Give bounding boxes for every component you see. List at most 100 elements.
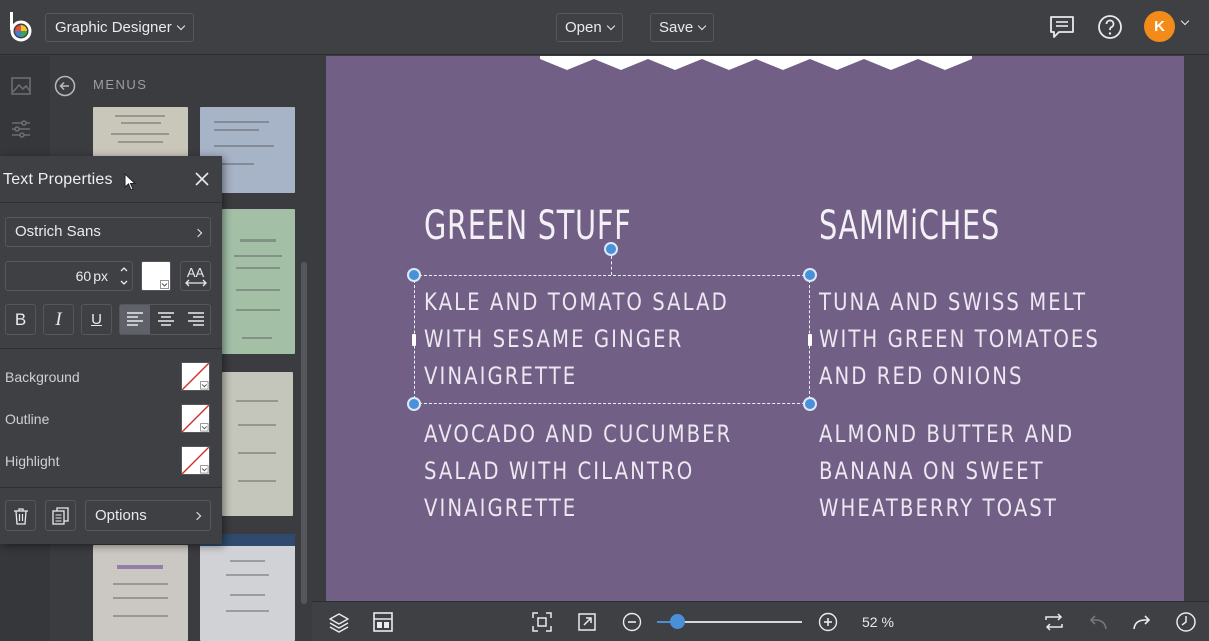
chevron-down-icon bbox=[697, 21, 707, 30]
undo-icon[interactable] bbox=[1087, 611, 1109, 633]
col1-heading[interactable]: GREEN STUFF bbox=[424, 203, 631, 249]
align-left-icon[interactable] bbox=[120, 305, 150, 334]
background-color-swatch[interactable] bbox=[181, 362, 210, 391]
template-thumbnail[interactable] bbox=[200, 534, 295, 641]
top-bar: Graphic Designer Open Save K bbox=[0, 0, 1209, 55]
panel-divider bbox=[0, 487, 222, 488]
col1-item-text[interactable]: AVOCADO AND CUCUMBER SALAD WITH CILANTRO… bbox=[424, 416, 732, 527]
options-button[interactable]: Options bbox=[85, 500, 211, 531]
redo-icon[interactable] bbox=[1131, 611, 1153, 633]
text-color-swatch[interactable] bbox=[141, 261, 171, 291]
chevron-right-icon bbox=[192, 511, 202, 521]
back-arrow-icon[interactable] bbox=[54, 75, 76, 97]
mode-dropdown[interactable]: Graphic Designer bbox=[45, 13, 194, 42]
horizontal-arrows-icon bbox=[185, 279, 207, 287]
image-icon[interactable] bbox=[10, 75, 32, 97]
highlight-label: Highlight bbox=[5, 453, 60, 469]
panel-divider bbox=[0, 348, 222, 349]
dropdown-corner-icon bbox=[160, 280, 169, 289]
mouse-cursor-icon bbox=[124, 173, 136, 191]
template-thumbnail[interactable] bbox=[222, 209, 295, 354]
selection-box[interactable] bbox=[414, 275, 810, 404]
menu-line: SALAD WITH CILANTRO bbox=[424, 457, 695, 485]
align-right-icon[interactable] bbox=[181, 305, 211, 334]
panel-title: Text Properties bbox=[3, 171, 113, 188]
alignment-group bbox=[119, 304, 211, 335]
col2-item-text[interactable]: TUNA AND SWISS MELT WITH GREEN TOMATOES … bbox=[819, 284, 1100, 395]
mode-label: Graphic Designer bbox=[55, 19, 172, 36]
help-icon[interactable] bbox=[1096, 13, 1124, 41]
menu-line: VINAIGRETTE bbox=[424, 494, 578, 522]
open-button[interactable]: Open bbox=[556, 13, 623, 42]
save-label: Save bbox=[659, 19, 694, 36]
zoom-in-icon[interactable] bbox=[818, 612, 838, 632]
chevron-down-icon bbox=[176, 21, 185, 30]
sidebar-scrollbar[interactable] bbox=[301, 262, 307, 604]
italic-label: I bbox=[55, 309, 62, 330]
resize-handle-bottom-right[interactable] bbox=[803, 397, 817, 411]
app-logo-icon[interactable] bbox=[7, 10, 35, 44]
swap-icon[interactable] bbox=[1043, 611, 1065, 633]
zoom-unit: % bbox=[881, 614, 894, 630]
delete-button[interactable] bbox=[5, 500, 36, 531]
underline-button[interactable]: U bbox=[81, 304, 112, 335]
resize-handle-top-right[interactable] bbox=[803, 268, 817, 282]
align-center-icon[interactable] bbox=[151, 305, 181, 334]
font-selector[interactable]: Ostrich Sans bbox=[5, 217, 211, 247]
underline-label: U bbox=[91, 311, 102, 328]
duplicate-button[interactable] bbox=[45, 500, 76, 531]
bold-label: B bbox=[14, 310, 27, 329]
sidebar-title: MENUS bbox=[93, 77, 148, 92]
chevron-down-icon bbox=[606, 21, 615, 30]
outline-label: Outline bbox=[5, 411, 50, 427]
menu-line: AVOCADO AND CUCUMBER bbox=[424, 420, 733, 448]
layout-icon[interactable] bbox=[372, 611, 394, 633]
comments-icon[interactable] bbox=[1048, 13, 1076, 41]
expand-icon[interactable] bbox=[576, 611, 598, 633]
menu-line: WITH GREEN TOMATOES bbox=[819, 325, 1100, 353]
resize-handle-top-left[interactable] bbox=[407, 268, 421, 282]
font-size-unit: px bbox=[93, 268, 108, 284]
menu-line: BANANA ON SWEET bbox=[819, 457, 1045, 485]
sliders-icon[interactable] bbox=[10, 118, 32, 140]
close-icon[interactable] bbox=[194, 171, 210, 187]
letter-spacing-label: AA bbox=[186, 265, 205, 280]
zoom-out-icon[interactable] bbox=[622, 612, 642, 632]
template-thumbnail[interactable] bbox=[93, 545, 188, 641]
highlight-color-swatch[interactable] bbox=[181, 446, 210, 475]
resize-handle-left[interactable] bbox=[412, 334, 416, 346]
layers-icon[interactable] bbox=[328, 611, 350, 633]
history-icon[interactable] bbox=[1175, 611, 1197, 633]
zoom-value: 52 bbox=[862, 614, 878, 630]
letter-spacing-button[interactable]: AA bbox=[180, 261, 211, 291]
menu-line: AND RED ONIONS bbox=[819, 362, 1024, 390]
zoom-level: 52 % bbox=[862, 614, 894, 630]
fit-to-screen-icon[interactable] bbox=[531, 611, 553, 633]
options-label: Options bbox=[95, 507, 147, 524]
save-button[interactable]: Save bbox=[650, 13, 715, 42]
chevron-down-icon[interactable] bbox=[1180, 16, 1190, 26]
zoom-slider-knob[interactable] bbox=[669, 614, 685, 629]
trash-icon bbox=[14, 508, 28, 525]
col2-heading[interactable]: SAMMiCHES bbox=[819, 203, 1000, 249]
font-size-value: 60 bbox=[75, 268, 92, 284]
bold-button[interactable]: B bbox=[5, 304, 36, 335]
resize-handle-right[interactable] bbox=[808, 334, 812, 346]
template-thumbnail[interactable] bbox=[222, 372, 293, 516]
outline-color-swatch[interactable] bbox=[181, 404, 210, 433]
chevron-right-icon bbox=[193, 228, 203, 238]
text-properties-panel: Text Properties bbox=[0, 156, 222, 544]
resize-handle-bottom-left[interactable] bbox=[407, 397, 421, 411]
zigzag-border bbox=[540, 56, 972, 70]
background-label: Background bbox=[5, 369, 80, 385]
menu-line: ALMOND BUTTER AND bbox=[819, 420, 1075, 448]
user-avatar[interactable]: K bbox=[1144, 11, 1175, 42]
font-name: Ostrich Sans bbox=[15, 223, 101, 240]
template-thumbnail[interactable] bbox=[93, 107, 188, 157]
italic-button[interactable]: I bbox=[43, 304, 74, 335]
col2-item-text[interactable]: ALMOND BUTTER AND BANANA ON SWEET WHEATB… bbox=[819, 416, 1074, 527]
stepper-arrows-icon[interactable] bbox=[119, 263, 129, 289]
font-size-input[interactable]: 60 px bbox=[5, 261, 133, 291]
rotate-handle[interactable] bbox=[604, 242, 618, 256]
rotation-connector bbox=[611, 256, 612, 275]
